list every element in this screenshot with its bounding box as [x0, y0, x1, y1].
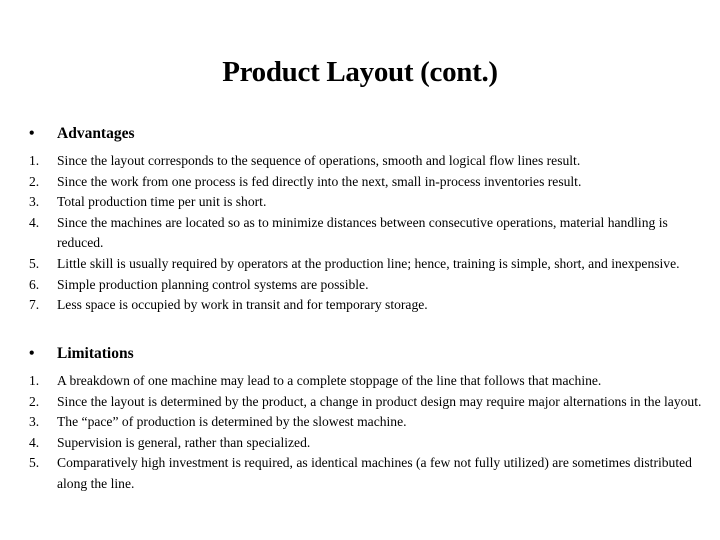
- slide-title: Product Layout (cont.): [222, 56, 498, 88]
- list-item-number: 7.: [29, 297, 40, 313]
- list-item-number: 2.: [29, 173, 40, 189]
- list-item-text: A breakdown of one machine may lead to a…: [57, 373, 602, 388]
- list-item: 1. A breakdown of one machine may lead t…: [0, 371, 720, 392]
- list-item-number: 1.: [29, 153, 40, 168]
- list-item-number: 4.: [29, 214, 40, 230]
- list-item: 2. Since the work from one process is fe…: [0, 172, 720, 193]
- list-item-text: Simple production planning control syste…: [57, 276, 369, 292]
- list-item-text: Since the layout is determined by the pr…: [57, 393, 702, 409]
- bullet-icon: •: [29, 345, 35, 362]
- list-item-number: 5.: [29, 455, 40, 471]
- list-item-text: Total production time per unit is short.: [57, 194, 267, 210]
- list-item-number: 6.: [29, 276, 40, 292]
- advantages-list: 1. Since the layout corresponds to the s…: [0, 151, 720, 316]
- list-item-text: Since the work from one process is fed d…: [57, 173, 582, 189]
- list-item-number: 5.: [29, 255, 40, 271]
- list-item-text: Comparatively high investment is require…: [57, 455, 692, 491]
- list-item-number: 2.: [29, 393, 40, 409]
- bullet-icon: •: [29, 125, 35, 142]
- list-item-number: 3.: [29, 414, 40, 430]
- list-item-text: Little skill is usually required by oper…: [57, 255, 680, 271]
- list-item-number: 3.: [29, 194, 40, 210]
- list-item: 4. Since the machines are located so as …: [0, 213, 720, 254]
- limitations-list: 1. A breakdown of one machine may lead t…: [0, 371, 720, 495]
- list-item: 6. Simple production planning control sy…: [0, 275, 720, 296]
- list-item-number: 1.: [29, 373, 40, 388]
- list-item-text: Since the machines are located so as to …: [57, 214, 668, 251]
- list-item-text: Since the layout corresponds to the sequ…: [57, 153, 581, 168]
- list-item: 1. Since the layout corresponds to the s…: [0, 151, 720, 172]
- section-heading-label: Advantages: [57, 125, 135, 142]
- list-item: 7. Less space is occupied by work in tra…: [0, 295, 720, 316]
- list-item: 4. Supervision is general, rather than s…: [0, 433, 720, 454]
- list-item: 5. Little skill is usually required by o…: [0, 254, 720, 275]
- list-item: 5. Comparatively high investment is requ…: [0, 453, 720, 494]
- list-item-number: 4.: [29, 434, 40, 450]
- list-item: 3. The “pace” of production is determine…: [0, 412, 720, 433]
- list-item-text: The “pace” of production is determined b…: [57, 414, 407, 430]
- list-item-text: Less space is occupied by work in transi…: [57, 297, 428, 313]
- section-heading-label: Limitations: [57, 345, 134, 362]
- list-item-text: Supervision is general, rather than spec…: [57, 434, 311, 450]
- list-item: 3. Total production time per unit is sho…: [0, 192, 720, 213]
- list-item: 2. Since the layout is determined by the…: [0, 392, 720, 413]
